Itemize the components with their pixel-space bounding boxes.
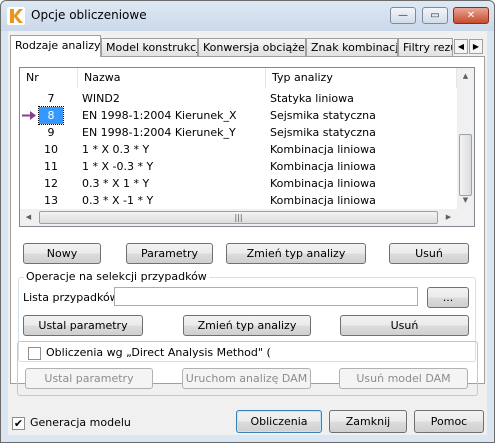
tab-scroll-left-icon[interactable]: ◀ — [454, 39, 468, 54]
help-button[interactable]: Pomoc — [414, 410, 484, 433]
table-row[interactable]: 13 0.3 * X -1 * Y Kombinacja liniowa — [20, 192, 457, 209]
cell-name: 1 * X -0.3 * Y — [82, 160, 154, 173]
close-button[interactable]: Zamknij — [329, 410, 407, 433]
cell-type: Kombinacja liniowa — [270, 160, 376, 173]
case-list-input[interactable] — [114, 287, 418, 306]
analysis-list[interactable]: Nr Nazwa Typ analizy 7 WIND2 Statyka lin… — [19, 67, 475, 227]
cell-type: Statyka liniowa — [270, 92, 354, 105]
tab-model-konstrukcji[interactable]: Model konstrukcji — [101, 38, 198, 56]
table-row-selected[interactable]: 8 EN 1998-1:2004 Kierunek_X Sejsmika sta… — [20, 106, 457, 125]
dam-checkbox[interactable] — [28, 347, 41, 360]
cell-name: WIND2 — [82, 92, 120, 105]
cell-nr: 11 — [44, 160, 58, 173]
selection-operations-legend: Operacje na selekcji przypadków — [24, 270, 209, 283]
table-row[interactable]: 12 0.3 * X 1 * Y Kombinacja liniowa — [20, 175, 457, 192]
delete-button[interactable]: Usuń — [389, 243, 469, 264]
vertical-scroll-thumb[interactable] — [459, 134, 472, 196]
close-window-button[interactable]: ✕ — [453, 7, 489, 24]
column-header-type[interactable]: Typ analizy — [266, 68, 457, 88]
tab-scroll-right-icon[interactable]: ▶ — [469, 39, 483, 54]
column-header-nr[interactable]: Nr — [20, 68, 78, 88]
cell-name: 0.3 * X 1 * Y — [82, 177, 150, 190]
dialog-client: Rodzaje analizy Model konstrukcji Konwer… — [8, 31, 487, 435]
column-header-name[interactable]: Nazwa — [78, 68, 266, 88]
app-logo-icon — [7, 7, 25, 25]
dam-checkbox-label: Obliczenia wg „Direct Analysis Method" ( — [46, 346, 271, 359]
tab-filtry-rezultatow[interactable]: Filtry rezulta — [398, 38, 453, 56]
cell-nr: 13 — [44, 194, 58, 207]
dialog-window: Opcje obliczeniowe — ▭ ✕ Rodzaje analizy… — [0, 0, 495, 443]
cell-name: EN 1998-1:2004 Kierunek_X — [82, 109, 237, 122]
cell-name: 0.3 * X -1 * Y — [82, 194, 154, 207]
cell-type: Kombinacja liniowa — [270, 177, 376, 190]
scrollbar-corner — [457, 209, 474, 226]
window-title: Opcje obliczeniowe — [31, 8, 147, 22]
horizontal-scrollbar[interactable]: ◀ ||| ▶ — [20, 209, 457, 226]
parameters-button[interactable]: Parametry — [126, 243, 213, 264]
cell-type: Sejsmika statyczna — [270, 126, 376, 139]
delete-dam-model-button[interactable]: Usuń model DAM — [339, 368, 468, 389]
scroll-up-icon[interactable]: ▲ — [457, 68, 474, 85]
vertical-scrollbar[interactable]: ▲ ▼ — [457, 68, 474, 209]
cell-type: Sejsmika statyczna — [270, 109, 376, 122]
tab-panel: Nr Nazwa Typ analizy 7 WIND2 Statyka lin… — [10, 56, 485, 384]
scroll-down-icon[interactable]: ▼ — [457, 192, 474, 209]
title-bar[interactable]: Opcje obliczeniowe — ▭ ✕ — [1, 1, 494, 31]
cell-nr: 12 — [44, 177, 58, 190]
current-case-arrow-icon — [22, 111, 36, 120]
horizontal-scroll-thumb[interactable]: ||| — [39, 211, 438, 224]
case-list-label: Lista przypadków — [23, 291, 119, 304]
cell-nr: 9 — [47, 126, 55, 139]
set-parameters-button[interactable]: Ustal parametry — [23, 315, 143, 336]
cell-nr: 7 — [47, 92, 55, 105]
table-row[interactable]: 10 1 * X 0.3 * Y Kombinacja liniowa — [20, 141, 457, 158]
tab-konwersja-obciazen[interactable]: Konwersja obciążeń — [198, 38, 306, 56]
tab-strip: Rodzaje analizy Model konstrukcji Konwer… — [8, 35, 487, 57]
checkmark-icon: ✔ — [13, 417, 24, 430]
cell-nr: 10 — [44, 143, 58, 156]
cell-name: 1 * X 0.3 * Y — [82, 143, 150, 156]
browse-cases-button[interactable]: ... — [427, 287, 469, 308]
tab-rodzaje-analizy[interactable]: Rodzaje analizy — [10, 35, 101, 57]
selection-delete-button[interactable]: Usuń — [340, 315, 469, 336]
run-dam-analysis-button[interactable]: Uruchom analizę DAM — [182, 368, 311, 389]
minimize-button[interactable]: — — [390, 7, 416, 24]
dam-set-parameters-button[interactable]: Ustal parametry — [25, 368, 153, 389]
maximize-icon: ▭ — [430, 10, 440, 21]
scroll-left-icon[interactable]: ◀ — [20, 209, 37, 226]
cell-type: Kombinacja liniowa — [270, 143, 376, 156]
minimize-icon: — — [398, 10, 408, 21]
model-generation-checkbox[interactable]: ✔ — [12, 417, 25, 430]
scroll-right-icon[interactable]: ▶ — [440, 209, 457, 226]
table-row[interactable]: 11 1 * X -0.3 * Y Kombinacja liniowa — [20, 158, 457, 175]
tab-znak-kombinacji[interactable]: Znak kombinacji — [306, 38, 398, 56]
cell-type: Kombinacja liniowa — [270, 194, 376, 207]
table-row[interactable]: 9 EN 1998-1:2004 Kierunek_Y Sejsmika sta… — [20, 124, 457, 141]
model-generation-label: Generacja modelu — [30, 416, 131, 429]
new-analysis-button[interactable]: Nowy — [23, 243, 101, 264]
cell-nr: 8 — [38, 106, 64, 125]
calculate-button[interactable]: Obliczenia — [236, 410, 322, 433]
change-analysis-type-button[interactable]: Zmień typ analizy — [226, 243, 366, 264]
close-icon: ✕ — [466, 10, 476, 21]
cell-name: EN 1998-1:2004 Kierunek_Y — [82, 126, 236, 139]
maximize-button[interactable]: ▭ — [422, 7, 448, 24]
table-row[interactable]: 7 WIND2 Statyka liniowa — [20, 90, 457, 107]
selection-change-type-button[interactable]: Zmień typ analizy — [183, 315, 311, 336]
